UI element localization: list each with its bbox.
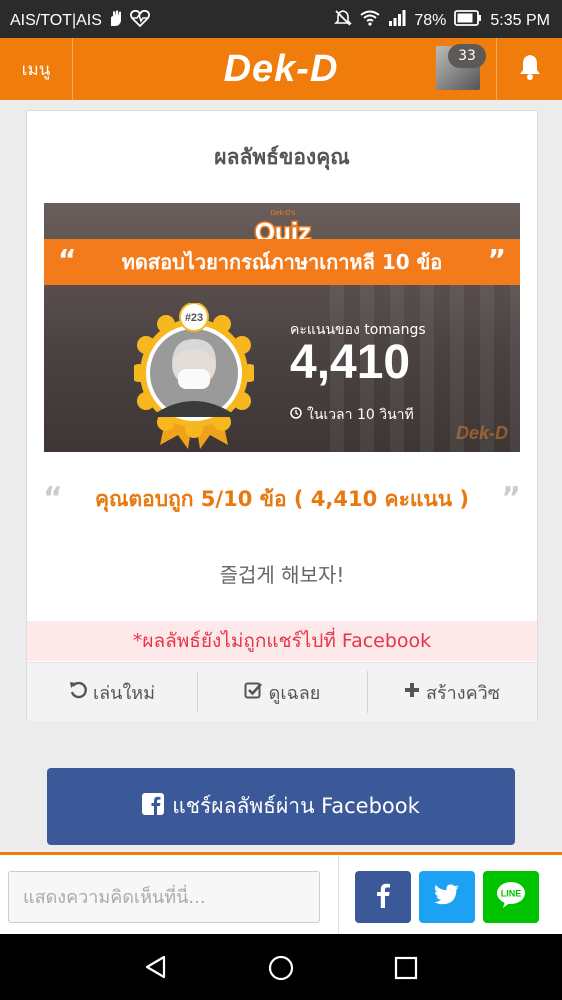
bell-icon bbox=[517, 53, 543, 85]
quote-open-icon: “ bbox=[58, 243, 77, 276]
system-navigation-bar bbox=[0, 934, 562, 1000]
view-answers-label: ดูเฉลย bbox=[268, 682, 321, 704]
notification-count-badge: 33 bbox=[448, 44, 486, 68]
quote-close-icon: ” bbox=[501, 481, 521, 516]
create-quiz-label: สร้างควิซ bbox=[426, 682, 500, 704]
share-warning: *ผลลัพธ์ยังไม่ถูกแชร์ไปที่ Facebook bbox=[27, 621, 537, 661]
quiz-name: ทดสอบไวยากรณ์ภาษาเกาหลี 10 ข้อ bbox=[121, 250, 443, 274]
heart-pulse-icon bbox=[129, 9, 150, 32]
result-card: ผลลัพธ์ของคุณ Dek-D's Quiz “ ทดสอบไวยากร… bbox=[26, 110, 538, 721]
line-icon-text: LINE bbox=[501, 889, 522, 899]
share-twitter-button[interactable] bbox=[419, 871, 475, 923]
mute-icon bbox=[334, 9, 353, 32]
rank-label: #23 bbox=[185, 312, 203, 324]
result-summary: คุณตอบถูก 5/10 ข้อ ( 4,410 คะแนน ) bbox=[94, 487, 470, 511]
menu-button[interactable]: เมนู bbox=[0, 38, 73, 100]
facebook-square-icon bbox=[142, 793, 165, 820]
share-facebook-label: แชร์ผลลัพธ์ผ่าน Facebook bbox=[172, 794, 420, 818]
time-label: ในเวลา 10 วินาที bbox=[307, 407, 414, 423]
share-line-button[interactable]: LINE bbox=[483, 871, 539, 923]
view-answers-button[interactable]: ดูเฉลย bbox=[197, 663, 367, 721]
result-banner-image: Dek-D's Quiz “ ทดสอบไวยากรณ์ภาษาเกาหลี 1… bbox=[44, 203, 520, 452]
comment-input[interactable] bbox=[8, 871, 320, 923]
clock-icon bbox=[290, 407, 302, 423]
result-title: ผลลัพธ์ของคุณ bbox=[214, 145, 350, 169]
create-quiz-button[interactable]: สร้างควิซ bbox=[367, 663, 537, 721]
plus-icon bbox=[404, 682, 420, 703]
score-value: 4,410 bbox=[290, 336, 411, 389]
check-square-icon bbox=[244, 681, 263, 704]
back-icon[interactable] bbox=[144, 955, 168, 983]
share-facebook-button[interactable]: แชร์ผลลัพธ์ผ่าน Facebook bbox=[47, 768, 515, 845]
banner-watermark: Dek-D bbox=[455, 423, 508, 443]
hand-icon bbox=[108, 9, 124, 32]
signal-icon bbox=[388, 10, 406, 31]
play-again-label: เล่นใหม่ bbox=[92, 682, 155, 704]
result-actions: เล่นใหม่ ดูเฉลย สร้างควิซ bbox=[27, 662, 537, 721]
top-navbar: เมนู Dek-D 33 bbox=[0, 38, 562, 100]
comment-bar-divider bbox=[338, 855, 339, 937]
twitter-icon bbox=[434, 884, 460, 910]
dek-d-logo[interactable]: Dek-D bbox=[200, 44, 362, 94]
wifi-icon bbox=[360, 10, 380, 31]
play-again-button[interactable]: เล่นใหม่ bbox=[27, 663, 197, 721]
carrier-label: AIS/TOT|AIS bbox=[10, 11, 102, 29]
quiz-title-strip: “ ทดสอบไวยากรณ์ภาษาเกาหลี 10 ข้อ ” bbox=[44, 239, 520, 285]
line-icon: LINE bbox=[495, 881, 527, 913]
quiz-logo-small-text: Dek-D's bbox=[271, 210, 296, 217]
quote-open-icon: “ bbox=[43, 481, 63, 516]
rank-medal: #23 bbox=[134, 303, 254, 449]
comment-bar: LINE bbox=[0, 852, 562, 937]
result-description: 즐겁게 해보자! bbox=[219, 563, 345, 587]
battery-percent: 78% bbox=[414, 11, 447, 29]
battery-icon bbox=[454, 10, 482, 31]
notification-button[interactable] bbox=[496, 38, 562, 100]
home-icon[interactable] bbox=[268, 955, 294, 985]
status-bar: AIS/TOT|AIS 78% 5:35 PM bbox=[0, 0, 562, 38]
quote-close-icon: ” bbox=[487, 243, 506, 276]
facebook-icon bbox=[375, 882, 391, 912]
share-facebook-small-button[interactable] bbox=[355, 871, 411, 923]
clock: 5:35 PM bbox=[490, 11, 550, 29]
recent-apps-icon[interactable] bbox=[394, 956, 418, 984]
replay-icon bbox=[69, 681, 87, 704]
time-taken: ในเวลา 10 วินาที bbox=[290, 404, 414, 426]
